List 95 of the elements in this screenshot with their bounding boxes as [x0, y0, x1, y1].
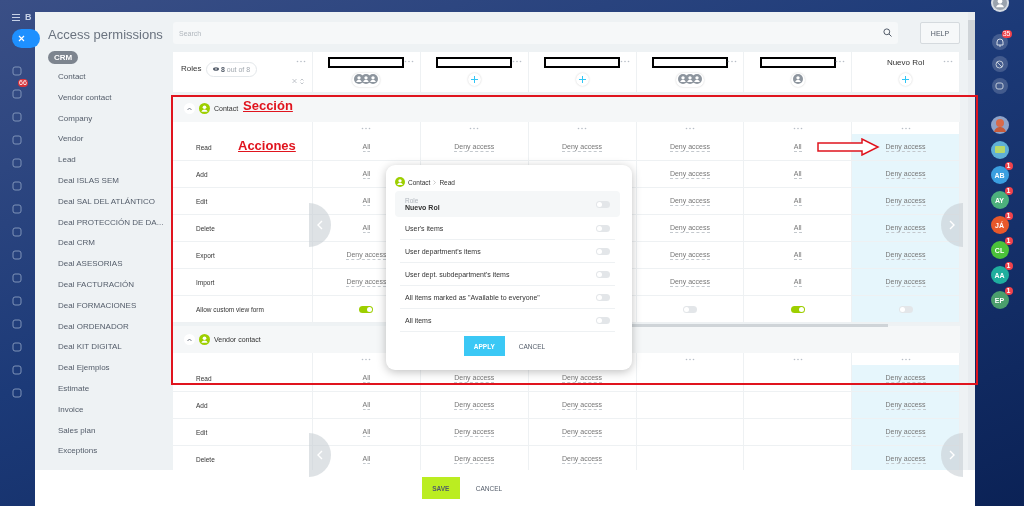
- bell-icon: [995, 37, 1004, 47]
- page-title: Access permissions: [48, 26, 163, 44]
- toggle-switch[interactable]: [596, 316, 610, 324]
- nav-item[interactable]: Deal KIT DIGITAL: [48, 337, 170, 359]
- app-icon[interactable]: [12, 89, 22, 99]
- chevron-icon: [433, 179, 437, 185]
- app-icon[interactable]: [12, 112, 22, 122]
- app-icon[interactable]: [12, 181, 22, 191]
- nav-item[interactable]: Vendor: [48, 129, 170, 151]
- nav-item[interactable]: Contact: [48, 67, 170, 88]
- nav-item[interactable]: Deal FORMACIONES: [48, 295, 170, 317]
- toggle-switch[interactable]: [359, 305, 374, 313]
- chevron-left-icon: [317, 450, 323, 460]
- toggle-switch[interactable]: [596, 247, 610, 255]
- column-title: Roles: [181, 64, 202, 73]
- user-group-icon[interactable]: [352, 73, 381, 87]
- logo-text: B: [25, 12, 32, 22]
- nav-item[interactable]: Lead: [48, 150, 170, 171]
- eye-icon: [212, 67, 219, 71]
- scroll-right-button[interactable]: [941, 203, 963, 247]
- toggle-switch[interactable]: [596, 200, 610, 208]
- app-icon[interactable]: [12, 135, 22, 145]
- add-icon[interactable]: [899, 73, 913, 86]
- nav-item[interactable]: Deal ISLAS SEM: [48, 171, 170, 192]
- user-icon: [792, 74, 803, 84]
- app-icon[interactable]: [12, 158, 22, 168]
- arrow-annotation: [817, 138, 880, 156]
- more-icon[interactable]: [727, 60, 738, 63]
- user-icon: [691, 74, 702, 84]
- collapse-button[interactable]: [184, 334, 195, 345]
- user-icon: [199, 103, 210, 114]
- app-icon[interactable]: [12, 273, 22, 283]
- user-icon: [395, 177, 405, 187]
- annotation-label: Sección: [243, 98, 293, 113]
- search-icon[interactable]: [883, 28, 892, 37]
- nav-item[interactable]: Invoice: [48, 399, 170, 421]
- user-icon: [368, 74, 379, 84]
- nav-item[interactable]: Estimate: [48, 378, 170, 400]
- nav-item[interactable]: Deal CRM: [48, 233, 170, 255]
- user-group-icon[interactable]: [675, 73, 704, 87]
- more-icon[interactable]: [619, 60, 630, 63]
- app-icon[interactable]: [12, 319, 22, 329]
- nav-item[interactable]: Deal Ejemplos: [48, 358, 170, 379]
- add-icon[interactable]: [575, 73, 589, 86]
- toggle-switch[interactable]: [682, 305, 697, 313]
- app-icon[interactable]: [12, 227, 22, 237]
- nav-item[interactable]: Deal ASESORIAS: [48, 254, 170, 275]
- app-icon[interactable]: [12, 342, 22, 352]
- chevron-right-icon: [949, 450, 955, 460]
- annotation-label: Acciones: [238, 138, 296, 153]
- scroll-left-button[interactable]: [309, 203, 331, 247]
- user-icon: [199, 334, 210, 345]
- app-icon[interactable]: [12, 250, 22, 260]
- app-icon[interactable]: [12, 365, 22, 375]
- nav-item[interactable]: Exceptions: [48, 441, 170, 463]
- toggle-switch[interactable]: [596, 224, 610, 232]
- nav-item[interactable]: Sales plan: [48, 420, 170, 442]
- scroll-left-button[interactable]: [309, 433, 331, 477]
- user-icon: [992, 0, 1007, 10]
- crossed-circle-icon[interactable]: [995, 59, 1004, 69]
- nav-item[interactable]: Company: [48, 108, 170, 130]
- more-icon[interactable]: [403, 60, 414, 63]
- app-icon[interactable]: [12, 66, 22, 76]
- chevron-icon: [187, 337, 192, 342]
- nav-item[interactable]: Deal SAL DEL ATLÁNTICO: [48, 191, 170, 213]
- user-avatar[interactable]: [990, 0, 1009, 12]
- close-icon[interactable]: [292, 78, 297, 84]
- toggle-switch[interactable]: [790, 305, 805, 313]
- more-icon[interactable]: [511, 60, 522, 63]
- chevron-left-icon: [317, 220, 323, 230]
- more-icon[interactable]: [835, 60, 846, 63]
- app-icon[interactable]: [12, 388, 22, 398]
- toggle-switch[interactable]: [898, 305, 913, 313]
- toggle-switch[interactable]: [596, 270, 610, 278]
- section-tag[interactable]: CRM: [48, 51, 79, 64]
- toggle-switch[interactable]: [596, 293, 610, 301]
- collapse-button[interactable]: [184, 103, 195, 114]
- chat-avatar[interactable]: [990, 141, 1009, 159]
- nav-item[interactable]: Vendor contact: [48, 87, 170, 109]
- menu-icon[interactable]: [12, 13, 20, 21]
- nav-item[interactable]: Deal ORDENADOR: [48, 316, 170, 338]
- role-name: Nuevo Rol: [886, 57, 925, 68]
- chat-icon[interactable]: [995, 81, 1004, 91]
- app-icon[interactable]: [12, 296, 22, 306]
- nav-item[interactable]: Deal FACTURACIÓN: [48, 274, 170, 296]
- close-button[interactable]: [12, 29, 40, 48]
- scrollbar-thumb[interactable]: [968, 20, 975, 60]
- message-icon: [994, 146, 1005, 154]
- app-icon[interactable]: [12, 204, 22, 214]
- scroll-right-button[interactable]: [941, 433, 963, 477]
- chevron-right-icon: [949, 220, 955, 230]
- chevron-icon: [187, 106, 192, 111]
- add-icon[interactable]: [467, 73, 481, 86]
- nav-item[interactable]: Deal PROTECCIÓN DE DA...: [48, 212, 170, 234]
- close-icon: [18, 35, 25, 42]
